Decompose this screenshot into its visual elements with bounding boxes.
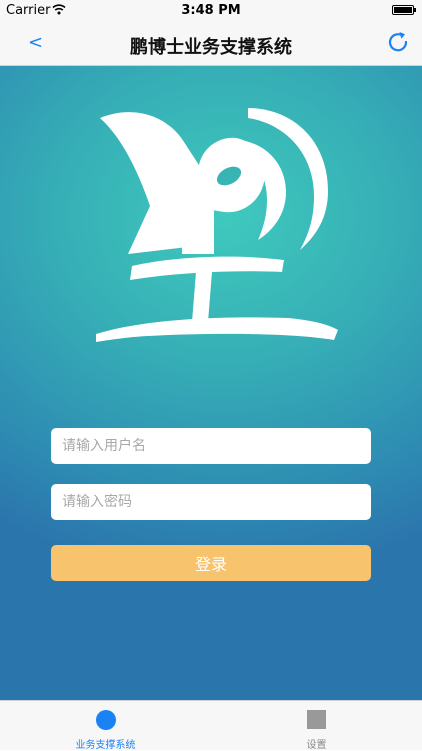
login-panel: 登录 — [0, 66, 422, 700]
tab-label: 设置 — [306, 740, 327, 751]
page-title: 鹏博士业务支撑系统 — [130, 37, 292, 58]
circle-icon — [96, 710, 116, 730]
login-button[interactable]: 登录 — [51, 545, 371, 581]
tab-business-support[interactable]: 业务支撑系统 — [0, 701, 211, 751]
refresh-icon[interactable] — [386, 30, 410, 54]
tab-label: 业务支撑系统 — [75, 740, 136, 751]
logo — [96, 108, 338, 342]
tab-bar: 业务支撑系统 设置 — [0, 700, 422, 751]
battery-icon — [392, 5, 416, 15]
username-input[interactable] — [51, 428, 371, 464]
password-input[interactable] — [51, 484, 371, 520]
square-icon — [307, 710, 326, 729]
status-time: 3:48 PM — [181, 3, 241, 18]
tab-settings[interactable]: 设置 — [211, 701, 422, 751]
status-bar: Carrier 3:48 PM — [0, 0, 422, 22]
navigation-bar: < 鹏博士业务支撑系统 — [0, 22, 422, 66]
